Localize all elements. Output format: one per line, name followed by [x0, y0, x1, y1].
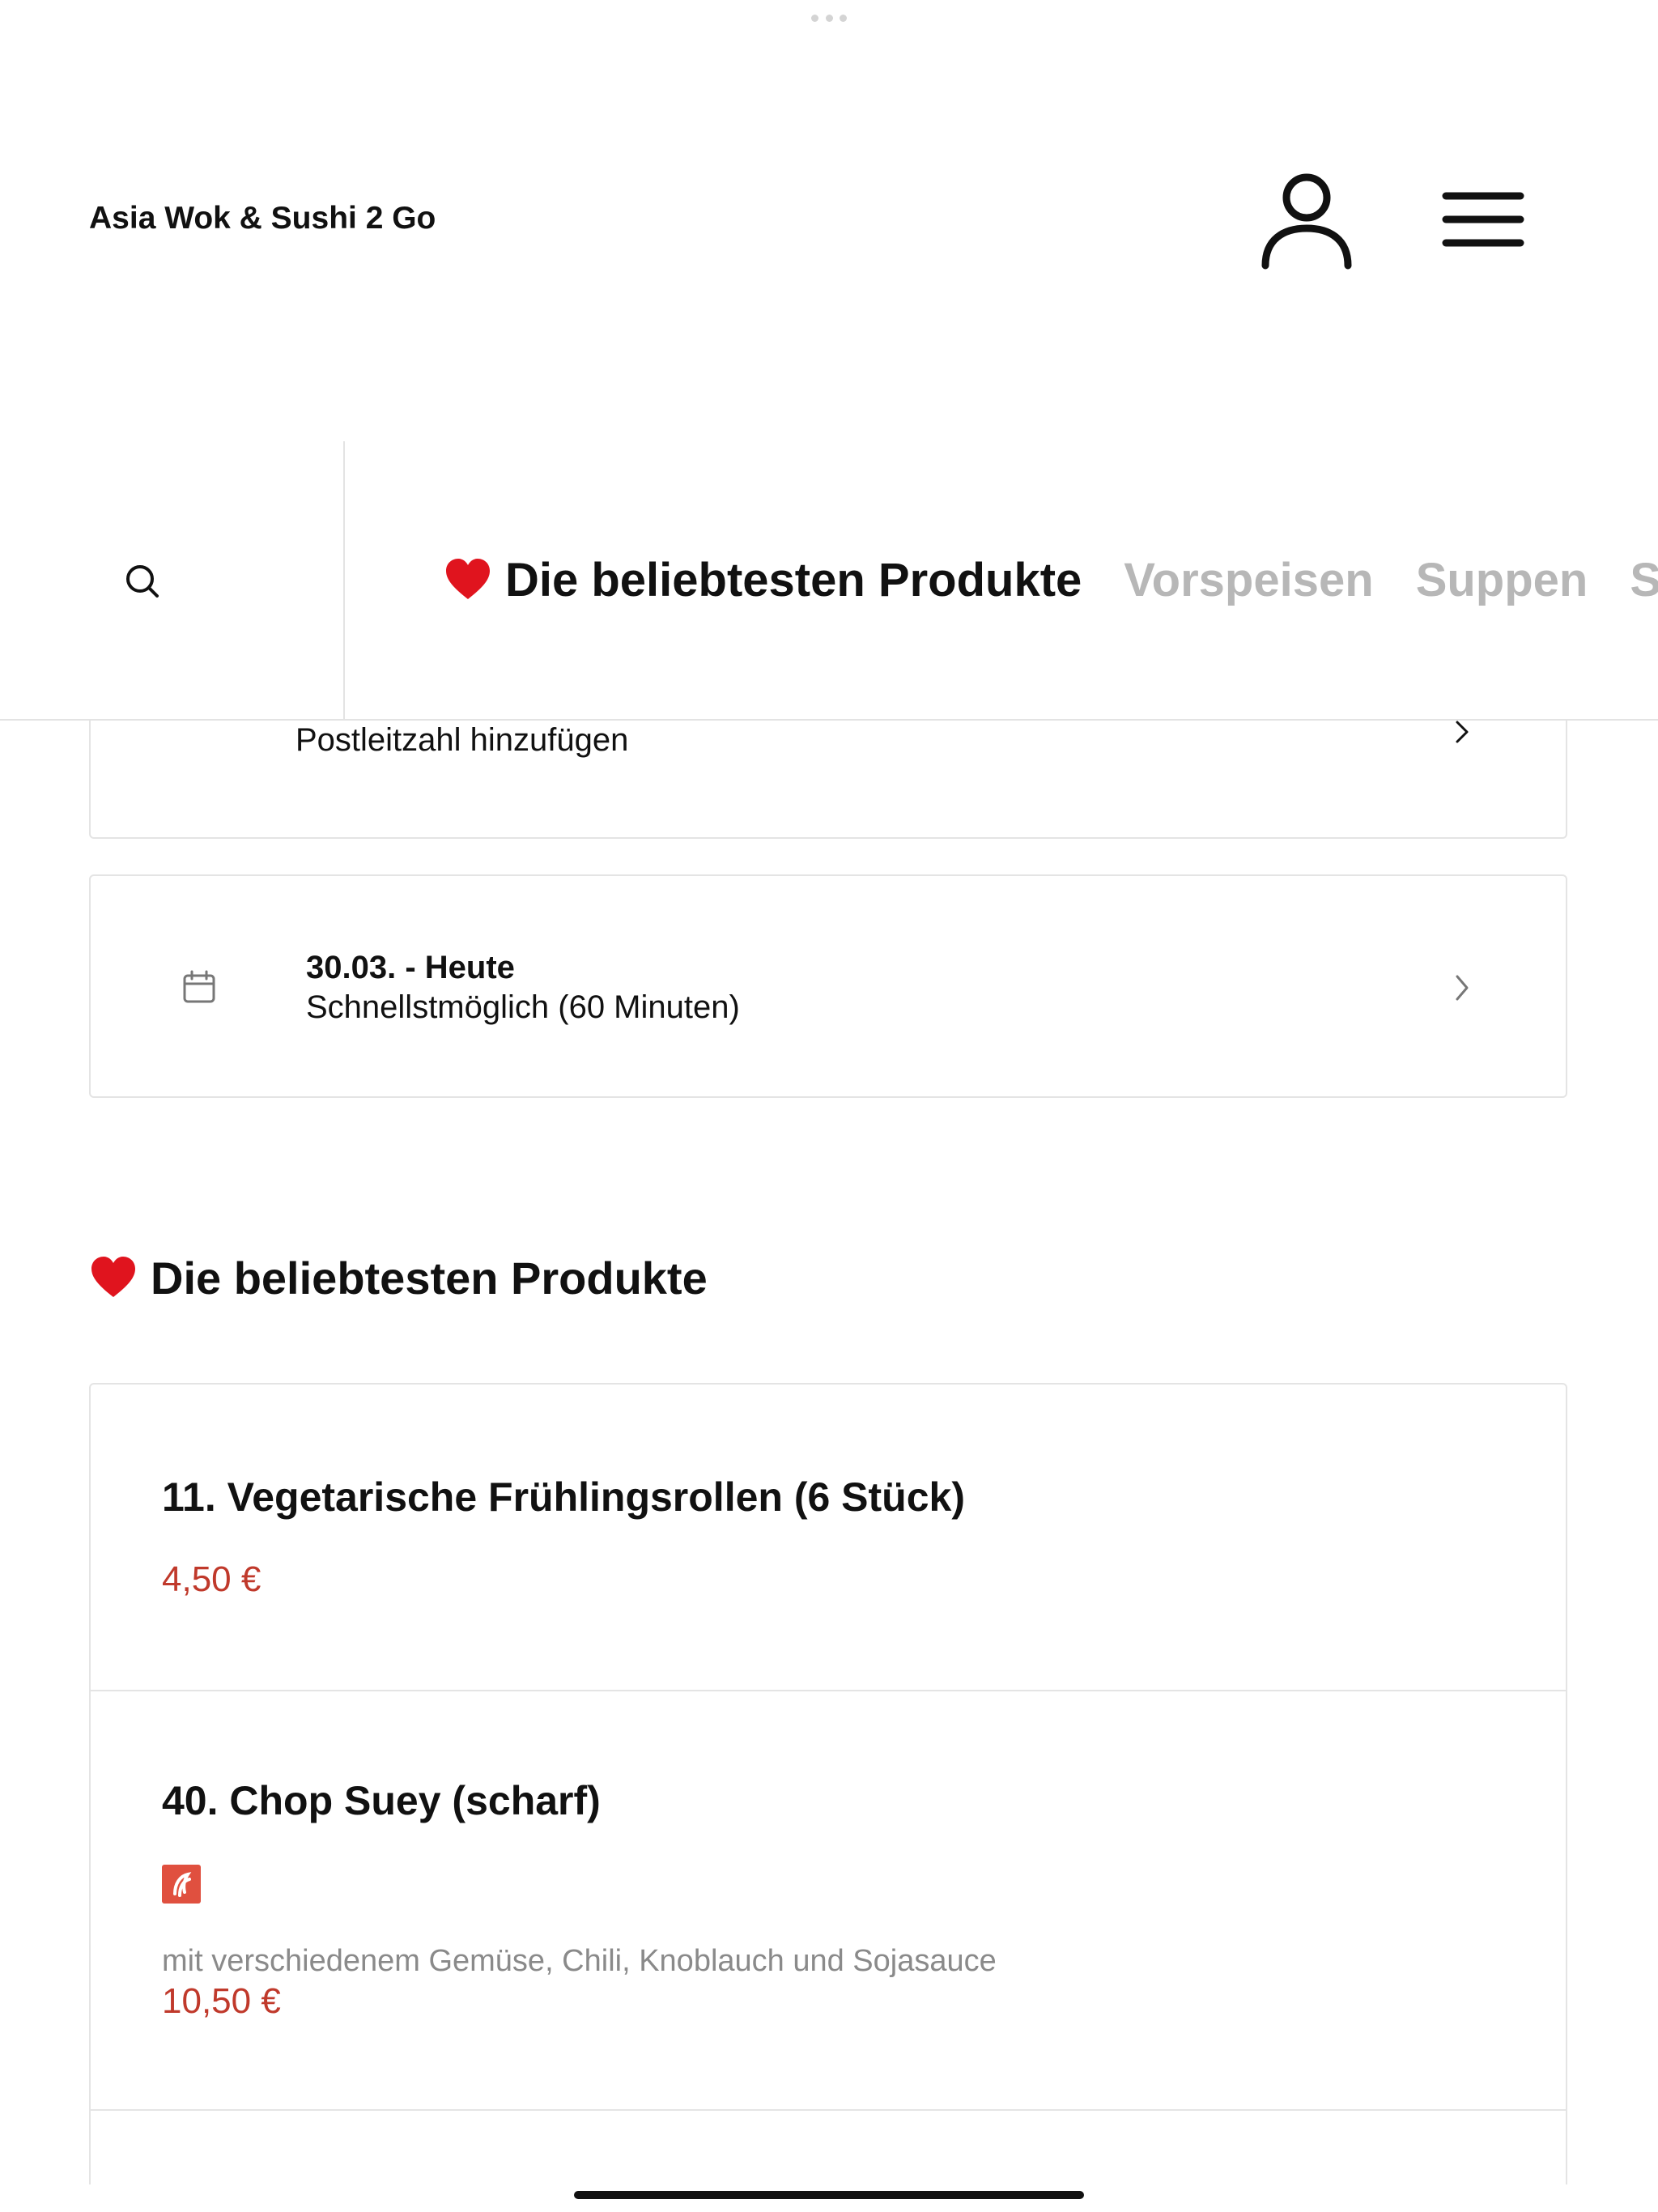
heart-icon: [446, 559, 490, 599]
user-icon: [1261, 173, 1352, 270]
product-price: 10,50 €: [162, 1981, 281, 2021]
delivery-time-card[interactable]: 30.03. - Heute Schnellstmöglich (60 Minu…: [89, 874, 1567, 1098]
spicy-icon: [162, 1865, 201, 1904]
delivery-date: 30.03. - Heute: [306, 950, 515, 985]
shop-name[interactable]: Asia Wok & Sushi 2 Go: [89, 201, 436, 236]
tab-vorspeisen[interactable]: Vorspeisen: [1124, 548, 1373, 613]
product-list: 11. Vegetarische Frühlingsrollen (6 Stüc…: [89, 1383, 1567, 2184]
calendar-icon: [183, 970, 215, 1003]
hamburger-icon: [1442, 192, 1524, 247]
search-button[interactable]: [0, 441, 345, 719]
menu-button[interactable]: [1433, 183, 1530, 256]
category-tabs: Die beliebtesten Produkte Vorspeisen Suppe…: [444, 548, 1658, 613]
product-item[interactable]: 40. Chop Suey (scharf) mit verschiedenem…: [91, 1691, 1566, 2111]
site-header: Asia Wok & Sushi 2 Go: [0, 0, 1658, 443]
section-title: Die beliebtesten Produkte: [89, 1252, 708, 1304]
tab-next-category[interactable]: S: [1630, 548, 1658, 613]
chevron-right-icon: [1456, 721, 1469, 743]
product-name: 40. Chop Suey (scharf): [162, 1778, 601, 1823]
chevron-right-icon: [1456, 975, 1469, 1001]
home-indicator[interactable]: [574, 2191, 1084, 2199]
delivery-mode: Schnellstmöglich (60 Minuten): [306, 989, 740, 1025]
account-button[interactable]: [1259, 170, 1354, 270]
category-bar: Die beliebtesten Produkte Vorspeisen Suppe…: [0, 441, 1658, 721]
tab-suppen[interactable]: Suppen: [1416, 548, 1588, 613]
section-title-text: Die beliebtesten Produkte: [151, 1253, 708, 1304]
tab-popular-products[interactable]: Die beliebtesten Produkte: [444, 548, 1082, 613]
product-name: 11. Vegetarische Frühlingsrollen (6 Stüc…: [162, 1474, 965, 1520]
product-description: mit verschiedenem Gemüse, Chili, Knoblau…: [162, 1944, 997, 1978]
postal-code-label: Postleitzahl hinzufügen: [295, 722, 629, 758]
tab-label: Die beliebtesten Produkte: [505, 554, 1082, 606]
search-icon: [126, 565, 159, 598]
product-price: 4,50 €: [162, 1559, 261, 1599]
product-item[interactable]: 11. Vegetarische Frühlingsrollen (6 Stüc…: [91, 1385, 1566, 1691]
heart-icon: [91, 1257, 135, 1297]
